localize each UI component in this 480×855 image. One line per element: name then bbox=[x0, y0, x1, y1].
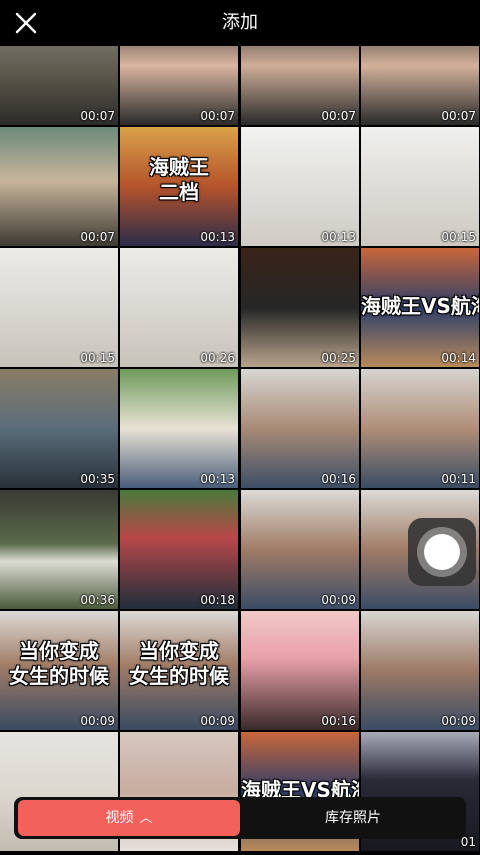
tab-video[interactable]: 视频 ︿ bbox=[18, 800, 240, 836]
top-bar: 添加 bbox=[0, 0, 480, 46]
thumbnail-image bbox=[241, 127, 359, 246]
media-thumbnail[interactable]: 00:13 bbox=[120, 369, 238, 488]
page-title: 添加 bbox=[222, 12, 258, 33]
media-thumbnail[interactable]: 00:07 bbox=[241, 46, 359, 125]
media-thumbnail[interactable]: 00:09 bbox=[361, 611, 479, 730]
thumbnail-image bbox=[241, 369, 359, 488]
duration-label: 00:07 bbox=[441, 109, 476, 123]
media-thumbnail[interactable]: 当你变成 女生的时候 00:09 bbox=[120, 611, 238, 730]
duration-label: 00:15 bbox=[80, 351, 115, 365]
duration-label: 00:26 bbox=[200, 351, 235, 365]
duration-label: 00:09 bbox=[80, 714, 115, 728]
media-thumbnail[interactable]: 海贼王VS航海王 00:14 bbox=[361, 248, 479, 367]
duration-label: 00:11 bbox=[441, 472, 476, 486]
media-thumbnail[interactable]: 00:07 bbox=[361, 46, 479, 125]
thumbnail-image bbox=[0, 127, 118, 246]
chevron-up-icon: ︿ bbox=[139, 811, 153, 826]
thumbnail-image bbox=[361, 369, 479, 488]
media-thumbnail[interactable]: 00:09 bbox=[241, 490, 359, 609]
duration-label: 00:13 bbox=[200, 472, 235, 486]
duration-label: 00:16 bbox=[321, 714, 356, 728]
media-thumbnail[interactable]: 00:07 bbox=[120, 46, 238, 125]
duration-label: 00:09 bbox=[441, 714, 476, 728]
thumbnail-image bbox=[361, 127, 479, 246]
thumbnail-image bbox=[0, 248, 118, 367]
duration-label: 00:07 bbox=[200, 109, 235, 123]
duration-label: 00:14 bbox=[441, 351, 476, 365]
duration-label: 00:07 bbox=[80, 109, 115, 123]
tab-video-label: 视频 bbox=[105, 810, 134, 826]
duration-label: 00:25 bbox=[321, 351, 356, 365]
duration-label: 00:18 bbox=[200, 593, 235, 607]
thumbnail-caption: 当你变成 女生的时候 bbox=[129, 639, 229, 688]
duration-label: 00:16 bbox=[321, 472, 356, 486]
thumbnail-caption: 当你变成 女生的时候 bbox=[9, 639, 109, 688]
media-thumbnail[interactable]: 00:07 bbox=[0, 46, 118, 125]
thumbnail-image bbox=[120, 490, 238, 609]
thumbnail-caption: 海贼王VS航海王 bbox=[361, 294, 479, 318]
tab-stock-photos[interactable]: 库存照片 bbox=[240, 797, 466, 839]
thumbnail-image bbox=[241, 248, 359, 367]
duration-label: 00:13 bbox=[321, 230, 356, 244]
thumbnail-image bbox=[241, 611, 359, 730]
media-thumbnail[interactable]: 00:15 bbox=[0, 248, 118, 367]
media-thumbnail[interactable]: 00:36 bbox=[0, 490, 118, 609]
thumbnail-image bbox=[241, 490, 359, 609]
media-thumbnail[interactable]: 00:07 bbox=[0, 127, 118, 246]
assistive-touch-button[interactable] bbox=[408, 518, 476, 586]
thumbnail-image bbox=[120, 369, 238, 488]
media-thumbnail[interactable]: 00:16 bbox=[241, 369, 359, 488]
media-thumbnail[interactable]: 00:16 bbox=[241, 611, 359, 730]
media-thumbnail[interactable]: 海贼王 二档 00:13 bbox=[120, 127, 238, 246]
duration-label: 00:09 bbox=[321, 593, 356, 607]
close-icon[interactable] bbox=[12, 9, 40, 37]
media-thumbnail[interactable]: 00:18 bbox=[120, 490, 238, 609]
duration-label: 00:07 bbox=[321, 109, 356, 123]
duration-label: 00:07 bbox=[80, 230, 115, 244]
media-thumbnail[interactable]: 00:26 bbox=[120, 248, 238, 367]
media-thumbnail[interactable]: 00:35 bbox=[0, 369, 118, 488]
thumbnail-image bbox=[0, 369, 118, 488]
media-thumbnail[interactable]: 00:13 bbox=[241, 127, 359, 246]
duration-label: 00:35 bbox=[80, 472, 115, 486]
media-thumbnail[interactable]: 00:25 bbox=[241, 248, 359, 367]
duration-label: 00:13 bbox=[200, 230, 235, 244]
media-grid: 00:07 00:07 00:07 00:07 00:07 海贼王 二档 00:13 00:1… bbox=[0, 46, 480, 855]
duration-label: 00:15 bbox=[441, 230, 476, 244]
thumbnail-image bbox=[120, 248, 238, 367]
media-thumbnail[interactable]: 00:11 bbox=[361, 369, 479, 488]
bottom-tab-bar: 视频 ︿ 库存照片 bbox=[14, 797, 466, 839]
duration-label: 00:36 bbox=[80, 593, 115, 607]
thumbnail-image bbox=[361, 611, 479, 730]
duration-label: 00:09 bbox=[200, 714, 235, 728]
assistive-touch-dot bbox=[424, 534, 460, 570]
media-thumbnail[interactable]: 00:15 bbox=[361, 127, 479, 246]
thumbnail-caption: 海贼王 二档 bbox=[149, 155, 209, 204]
media-thumbnail[interactable]: 当你变成 女生的时候 00:09 bbox=[0, 611, 118, 730]
thumbnail-image bbox=[0, 490, 118, 609]
